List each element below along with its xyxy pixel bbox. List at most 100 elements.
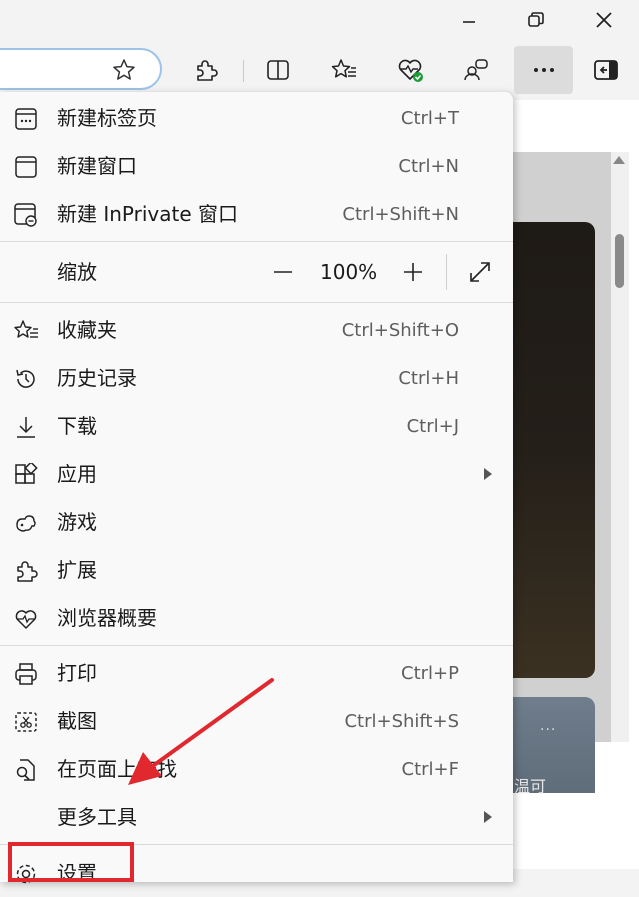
menu-divider bbox=[0, 302, 513, 303]
menu-item-label: 新建窗口 bbox=[57, 154, 137, 178]
zoom-level: 100% bbox=[320, 260, 378, 284]
history-icon bbox=[13, 366, 39, 392]
page-content: ··· 温可 bbox=[512, 100, 639, 869]
gear-icon bbox=[13, 861, 39, 887]
menu-item-history[interactable]: 历史记录 Ctrl+H bbox=[0, 354, 513, 402]
zoom-in-button[interactable] bbox=[401, 260, 425, 284]
fullscreen-icon bbox=[470, 262, 490, 282]
menu-item-shortcut: Ctrl+T bbox=[400, 108, 459, 129]
browser-essentials-button[interactable] bbox=[394, 54, 426, 86]
menu-item-settings[interactable]: 设置 bbox=[0, 849, 513, 897]
menu-item-label: 收藏夹 bbox=[57, 318, 117, 342]
menu-item-zoom: 缩放 100% bbox=[0, 248, 513, 296]
menu-item-label: 更多工具 bbox=[57, 805, 137, 829]
inprivate-icon bbox=[13, 202, 39, 228]
menu-item-browser-essentials[interactable]: 浏览器概要 bbox=[0, 594, 513, 642]
menu-item-new-window[interactable]: 新建窗口 Ctrl+N bbox=[0, 142, 513, 190]
favorites-button[interactable] bbox=[328, 54, 360, 86]
scrollbar[interactable] bbox=[611, 152, 629, 742]
puzzle-icon bbox=[197, 60, 218, 81]
toolbar-divider bbox=[243, 60, 244, 82]
minus-icon bbox=[274, 271, 292, 273]
menu-item-shortcut: Ctrl+N bbox=[398, 156, 459, 177]
menu-item-shortcut: Ctrl+Shift+N bbox=[342, 204, 459, 225]
menu-item-label: 截图 bbox=[57, 709, 97, 733]
more-menu: 新建标签页 Ctrl+T 新建窗口 Ctrl+N 新建 InPrivate 窗口… bbox=[0, 92, 513, 885]
menu-item-screenshot[interactable]: 截图 Ctrl+Shift+S bbox=[0, 697, 513, 745]
zoom-divider bbox=[446, 254, 447, 290]
scroll-thumb[interactable] bbox=[615, 234, 624, 288]
restore-icon bbox=[528, 12, 544, 27]
minimize-icon bbox=[463, 21, 475, 23]
menu-item-label: 缩放 bbox=[57, 260, 97, 284]
split-screen-button[interactable] bbox=[262, 54, 294, 86]
menu-item-new-tab[interactable]: 新建标签页 Ctrl+T bbox=[0, 94, 513, 142]
find-icon bbox=[13, 757, 39, 783]
fullscreen-button[interactable] bbox=[467, 259, 493, 285]
menu-item-new-inprivate[interactable]: 新建 InPrivate 窗口 Ctrl+Shift+N bbox=[0, 190, 513, 238]
puzzle-icon bbox=[13, 558, 39, 584]
menu-item-label: 浏览器概要 bbox=[57, 606, 157, 630]
menu-item-more-tools[interactable]: 更多工具 bbox=[0, 793, 513, 841]
menu-item-label: 扩展 bbox=[57, 558, 97, 582]
card-more-button[interactable]: ··· bbox=[540, 722, 556, 738]
menu-item-games[interactable]: 游戏 bbox=[0, 498, 513, 546]
menu-item-print[interactable]: 打印 Ctrl+P bbox=[0, 649, 513, 697]
new-window-icon bbox=[13, 154, 39, 180]
extensions-button[interactable] bbox=[190, 54, 222, 86]
zoom-out-button[interactable] bbox=[271, 260, 295, 284]
sidebar-toggle-button[interactable] bbox=[590, 54, 622, 86]
menu-item-label: 游戏 bbox=[57, 510, 97, 534]
menu-item-label: 应用 bbox=[57, 462, 97, 486]
more-menu-button[interactable] bbox=[514, 46, 573, 94]
title-bar bbox=[0, 0, 639, 40]
menu-item-shortcut: Ctrl+Shift+S bbox=[344, 711, 459, 732]
minimize-button[interactable] bbox=[443, 0, 495, 40]
favorites-icon bbox=[13, 318, 39, 344]
news-card[interactable] bbox=[512, 222, 595, 678]
printer-icon bbox=[13, 661, 39, 687]
menu-divider bbox=[0, 645, 513, 646]
menu-item-apps[interactable]: 应用 bbox=[0, 450, 513, 498]
plus-icon bbox=[404, 263, 422, 281]
menu-item-shortcut: Ctrl+P bbox=[401, 663, 459, 684]
menu-item-shortcut: Ctrl+F bbox=[401, 759, 459, 780]
screenshot-icon bbox=[13, 709, 39, 735]
address-bar[interactable] bbox=[0, 48, 162, 90]
submenu-arrow-icon bbox=[484, 811, 492, 823]
profile-button[interactable] bbox=[460, 54, 492, 86]
new-tab-icon bbox=[13, 106, 39, 132]
menu-item-label: 设置 bbox=[57, 861, 97, 885]
restore-button[interactable] bbox=[510, 0, 562, 40]
menu-item-label: 新建标签页 bbox=[57, 106, 157, 130]
download-icon bbox=[13, 414, 39, 440]
sidebar-icon bbox=[594, 60, 618, 80]
menu-item-downloads[interactable]: 下载 Ctrl+J bbox=[0, 402, 513, 450]
menu-divider bbox=[0, 241, 513, 242]
close-icon bbox=[596, 12, 612, 28]
card-title: 温可 bbox=[514, 777, 547, 796]
menu-item-extensions[interactable]: 扩展 bbox=[0, 546, 513, 594]
menu-item-label: 打印 bbox=[57, 661, 97, 685]
split-screen-icon bbox=[267, 60, 289, 80]
close-button[interactable] bbox=[578, 0, 630, 40]
menu-item-shortcut: Ctrl+Shift+O bbox=[341, 320, 459, 341]
menu-item-label: 下载 bbox=[57, 414, 97, 438]
menu-divider bbox=[0, 844, 513, 845]
toolbar bbox=[0, 40, 639, 100]
scroll-up-arrow[interactable] bbox=[613, 156, 625, 164]
heart-pulse-icon bbox=[398, 59, 423, 82]
menu-item-shortcut: Ctrl+H bbox=[398, 368, 459, 389]
menu-item-label: 新建 InPrivate 窗口 bbox=[57, 202, 239, 226]
apps-icon bbox=[13, 462, 39, 488]
star-outline-icon[interactable] bbox=[112, 58, 136, 86]
submenu-arrow-icon bbox=[484, 468, 492, 480]
heart-pulse-icon bbox=[13, 606, 39, 632]
feed-panel: ··· 温可 bbox=[512, 152, 611, 796]
menu-item-find-on-page[interactable]: 在页面上查找 Ctrl+F bbox=[0, 745, 513, 793]
games-icon bbox=[13, 510, 39, 536]
menu-item-label: 历史记录 bbox=[57, 366, 137, 390]
menu-item-label: 在页面上查找 bbox=[57, 757, 177, 781]
favorites-icon bbox=[331, 59, 356, 78]
menu-item-favorites[interactable]: 收藏夹 Ctrl+Shift+O bbox=[0, 306, 513, 354]
